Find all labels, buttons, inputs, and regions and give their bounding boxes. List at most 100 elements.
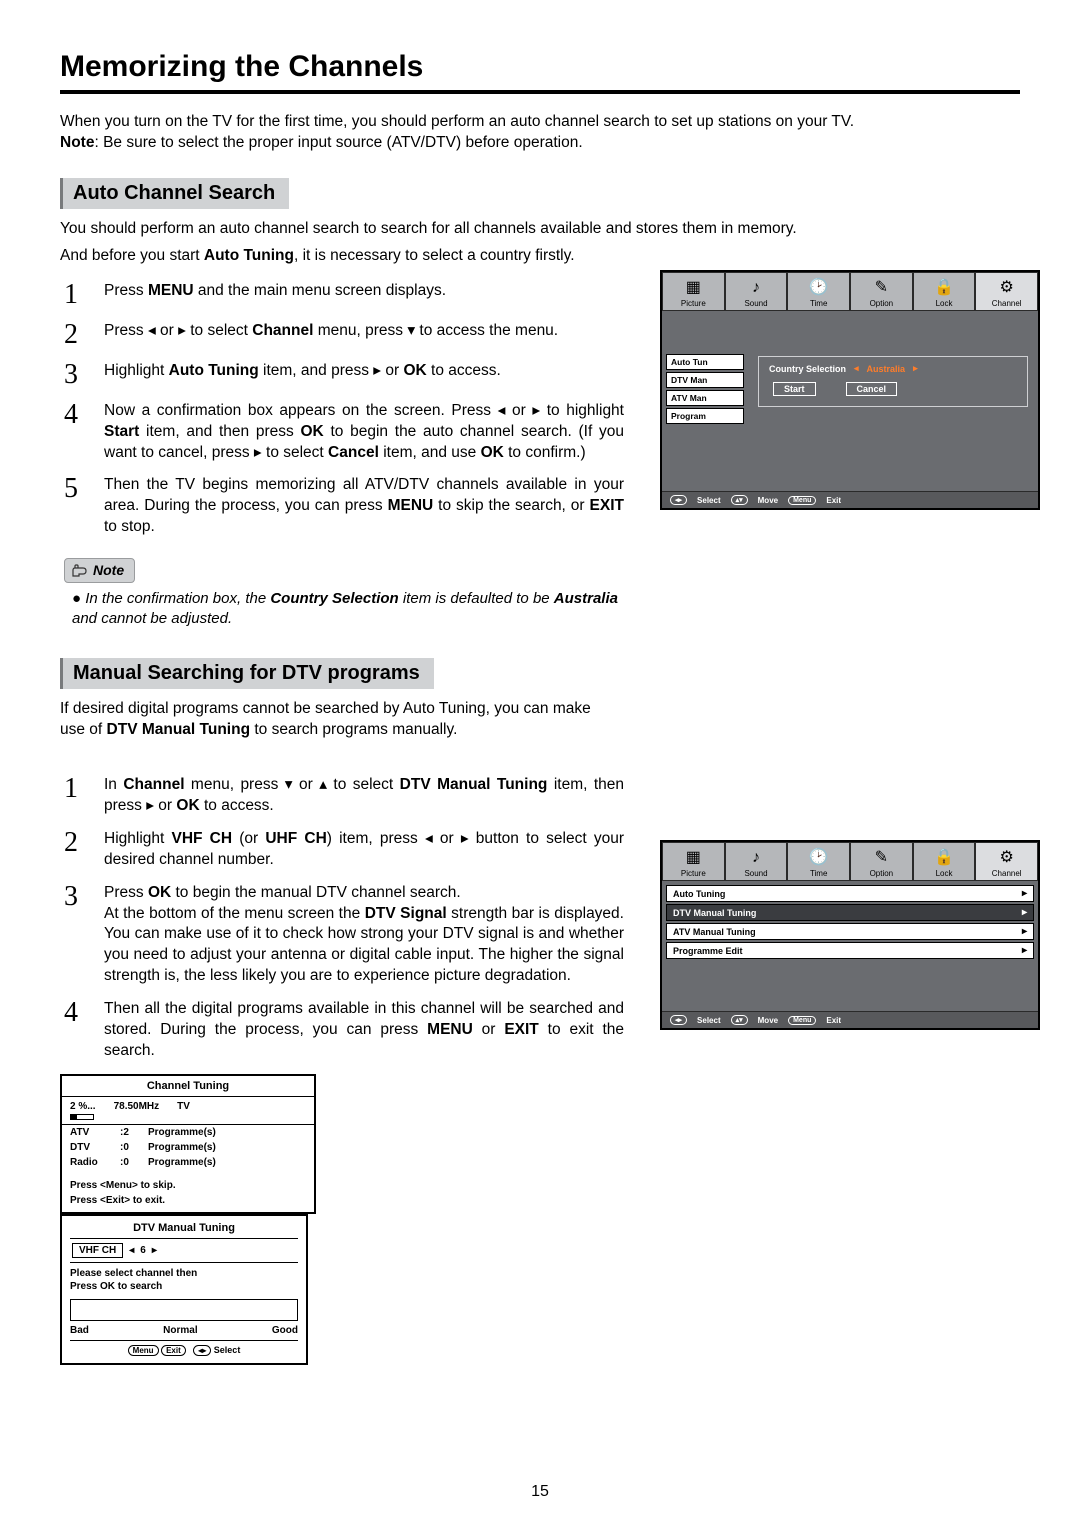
section1-note: In the confirmation box, the Country Sel… [72,589,632,628]
tv-tab-option[interactable]: ✎Option [850,842,913,881]
section-auto-channel-search-heading: Auto Channel Search [60,178,289,209]
tv3-tab-row: ▦Picture♪Sound🕑Time✎Option🔒Lock⚙Channel [662,842,1038,881]
tab-icon: ▦ [663,277,724,299]
tv2-programme-row: DTV:0Programme(s) [62,1140,314,1155]
tv-tab-channel[interactable]: ⚙Channel [975,272,1038,311]
step-number: 4 [60,401,104,464]
tv2-title: Channel Tuning [62,1076,314,1096]
label-good: Good [272,1325,298,1336]
note-label: Note [64,558,135,583]
tv2-percent: 2 %... [70,1101,96,1112]
start-button[interactable]: Start [773,382,816,396]
tv-channel-menu: ▦Picture♪Sound🕑Time✎Option🔒Lock⚙Channel … [660,840,1040,1030]
tv-tab-channel[interactable]: ⚙Channel [975,842,1038,881]
tab-icon: 🕑 [788,847,849,869]
section2-p1: If desired digital programs cannot be se… [60,699,620,741]
step-number: 3 [60,883,104,988]
section1-p1: You should perform an auto channel searc… [60,219,1020,240]
intro-note-label: Note [60,134,94,151]
tv1-side-item[interactable]: Auto Tun [666,354,744,370]
tv3-menu-item[interactable]: Auto Tuning▸ [666,885,1034,902]
tv-tab-sound[interactable]: ♪Sound [725,842,788,881]
tab-icon: ⚙ [976,277,1037,299]
tv-menu-country-selection: ▦Picture♪Sound🕑Time✎Option🔒Lock⚙Channel … [660,270,1040,510]
step-number: 3 [60,361,104,389]
tv3-footer: ◂▸Select ▴▾Move MenuExit [662,1011,1038,1028]
tab-icon: 🔒 [914,277,975,299]
tv3-menu-item[interactable]: ATV Manual Tuning▸ [666,923,1034,940]
tv3-menu-item[interactable]: DTV Manual Tuning▸ [666,904,1034,921]
tv4-select-label: Select [214,1345,241,1355]
tv1-popup: Country Selection ◂ Australia ▸ Start Ca… [758,356,1028,407]
tv4-channel-number: 6 [140,1245,146,1256]
section1-p2: And before you start Auto Tuning, it is … [60,246,1020,267]
signal-strength-bar [70,1299,298,1321]
step-text: Then the TV begins memorizing all ATV/DT… [104,475,624,538]
chevron-right-icon: ▸ [1022,926,1027,937]
popup-country-label: Country Selection [769,364,846,374]
left-arrow-icon[interactable]: ◂ [129,1245,134,1256]
menu-pill: Menu [128,1345,159,1356]
tv4-msg: Please select channel then Press OK to s… [70,1267,298,1293]
pointing-hand-icon [71,564,89,578]
tv1-side-item[interactable]: ATV Man [666,390,744,406]
tv-channel-tuning-progress: Channel Tuning 2 %... 78.50MHz TV ATV:2P… [60,1074,316,1214]
up-down-icon: ▴▾ [731,495,748,505]
chevron-right-icon: ▸ [1022,945,1027,956]
tab-icon: ✎ [851,847,912,869]
left-right-icon: ◂▸ [670,1015,687,1025]
step-number: 1 [60,775,104,817]
tab-icon: ⚙ [976,847,1037,869]
tv2-skip: Press <Menu> to skip. [62,1178,314,1193]
tv-dtv-manual-tuning: DTV Manual Tuning VHF CH ◂ 6 ▸ Please se… [60,1214,308,1365]
tv-tab-time[interactable]: 🕑Time [787,272,850,311]
intro-note-text: : Be sure to select the proper input sou… [94,134,582,151]
tv1-footer: ◂▸Select ▴▾Move MenuExit [662,491,1038,508]
tab-icon: ♪ [726,847,787,869]
label-normal: Normal [163,1325,197,1336]
step-number: 5 [60,475,104,538]
step-text: Then all the digital programs available … [104,999,624,1062]
tv3-menu-item[interactable]: Programme Edit▸ [666,942,1034,959]
tv1-side-menu: Auto Tun DTV Man ATV Man Program [666,352,744,426]
tv-tab-sound[interactable]: ♪Sound [725,272,788,311]
left-right-icon: ◂▸ [670,495,687,505]
page-title: Memorizing the Channels [60,50,1020,94]
page-number: 15 [0,1483,1080,1501]
step-text: Now a confirmation box appears on the sc… [104,401,624,464]
cancel-button[interactable]: Cancel [846,382,898,396]
step-number: 4 [60,999,104,1062]
step-number: 2 [60,321,104,349]
step-text: Highlight VHF CH (or UHF CH) item, press… [104,829,624,871]
tv1-tab-row: ▦Picture♪Sound🕑Time✎Option🔒Lock⚙Channel [662,272,1038,311]
tv2-mode: TV [177,1101,190,1112]
tv-tab-option[interactable]: ✎Option [850,272,913,311]
right-arrow-icon[interactable]: ▸ [152,1245,157,1256]
intro-line1: When you turn on the TV for the first ti… [60,113,854,130]
step: 1In Channel menu, press ▾ or ▴ to select… [60,775,1020,817]
tv-tab-picture[interactable]: ▦Picture [662,272,725,311]
step-number: 1 [60,281,104,309]
tv-tab-lock[interactable]: 🔒Lock [913,842,976,881]
tab-icon: ♪ [726,277,787,299]
up-down-icon: ▴▾ [731,1015,748,1025]
step-text: In Channel menu, press ▾ or ▴ to select … [104,775,624,817]
tv1-side-item[interactable]: DTV Man [666,372,744,388]
chevron-right-icon: ▸ [1022,907,1027,918]
progress-bar [70,1114,94,1120]
menu-pill: Menu [788,1016,816,1025]
tv-tab-lock[interactable]: 🔒Lock [913,272,976,311]
tab-icon: ✎ [851,277,912,299]
chevron-right-icon: ▸ [1022,888,1027,899]
tv3-menu-list: Auto Tuning▸ DTV Manual Tuning▸ ATV Manual… [662,881,1038,965]
tv1-side-item[interactable]: Program [666,408,744,424]
popup-country-value: Australia [867,364,906,374]
tab-icon: ▦ [663,847,724,869]
step-text: Press MENU and the main menu screen disp… [104,281,446,309]
tv-tab-time[interactable]: 🕑Time [787,842,850,881]
exit-pill: Exit [161,1345,186,1356]
tv-tab-picture[interactable]: ▦Picture [662,842,725,881]
tv4-band: VHF CH [72,1243,123,1258]
menu-pill: Menu [788,496,816,505]
intro-text: When you turn on the TV for the first ti… [60,112,1020,154]
